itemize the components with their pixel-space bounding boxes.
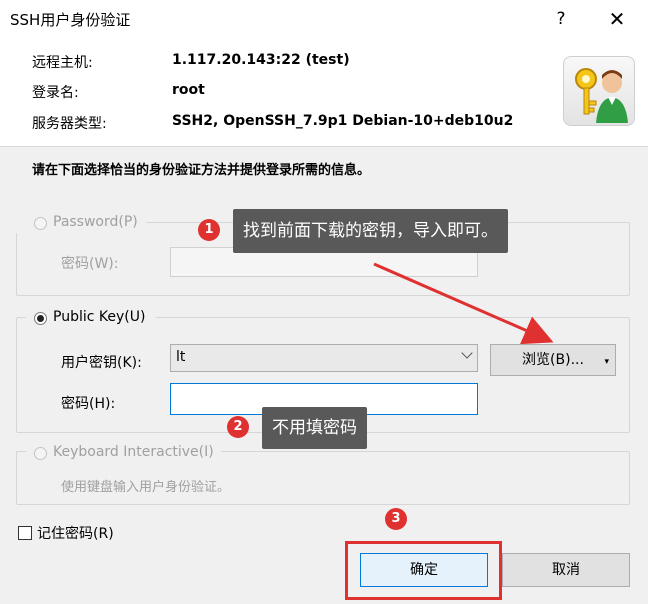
- annotation-callout-1: 找到前面下载的密钥，导入即可。: [233, 209, 508, 253]
- annotation-badge-1: 1: [198, 219, 220, 241]
- annotation-badge-2: 2: [227, 416, 249, 438]
- annotation-arrow: [373, 262, 554, 345]
- annotation-badge-3: 3: [385, 508, 407, 530]
- annotation-callout-2: 不用填密码: [262, 407, 367, 449]
